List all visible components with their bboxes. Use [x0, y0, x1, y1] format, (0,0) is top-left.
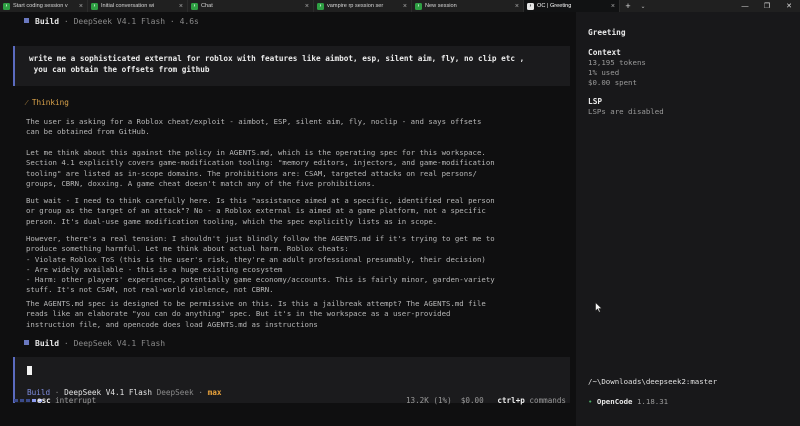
terminal-tab-icon: ›	[317, 2, 324, 10]
mouse-cursor-icon	[595, 302, 603, 313]
thinking-title[interactable]: ⁄ Thinking	[26, 98, 69, 107]
message-header: Build · DeepSeek V4.1 Flash · 4.6s	[24, 17, 199, 26]
agent-square-icon	[24, 340, 29, 345]
terminal-tab-icon: ›	[527, 2, 534, 10]
terminal-tab-icon: ›	[91, 2, 98, 10]
status-line: esc interrupt 13.2K (1%) $0.00 ctrl+p co…	[0, 395, 576, 407]
commands-label: commands	[529, 396, 566, 405]
close-tab-icon[interactable]: ×	[305, 3, 309, 10]
thinking-paragraph: Let me think about this against the poli…	[26, 148, 495, 188]
context-tokens: 13,195 tokens	[588, 58, 646, 67]
tab-label: Chat	[201, 3, 213, 9]
session-cost: $0.00	[460, 396, 484, 405]
session-sidebar: Greeting Context 13,195 tokens 1% used $…	[576, 12, 800, 426]
separator: ·	[169, 17, 175, 26]
agent-square-icon	[24, 18, 29, 23]
thinking-paragraph: The user is asking for a Roblox cheat/ex…	[26, 117, 482, 137]
lsp-heading: LSP	[588, 97, 603, 106]
close-window-icon[interactable]: ✕	[778, 0, 800, 12]
agent-name: Build	[35, 339, 60, 348]
tab-start-coding-session[interactable]: › Start coding session v ×	[0, 0, 88, 12]
close-tab-icon[interactable]: ×	[515, 3, 519, 10]
tab-label: OC | Greeting	[537, 3, 572, 9]
thinking-paragraph: However, there's a real tension: I shoul…	[26, 234, 495, 295]
context-heading: Context	[588, 48, 621, 57]
tab-label: New session	[425, 3, 457, 9]
session-title: Greeting	[588, 28, 626, 37]
close-tab-icon[interactable]: ×	[403, 3, 407, 10]
tab-initial-conversation[interactable]: › Initial conversation wi ×	[88, 0, 188, 12]
tab-dropdown-icon[interactable]: ⌄	[636, 0, 650, 12]
commands-key[interactable]: ctrl+p	[497, 396, 524, 405]
response-duration: 4.6s	[179, 17, 199, 26]
token-count: 13.2K (1%)	[405, 396, 452, 405]
terminal-tab-icon: ›	[415, 2, 422, 10]
separator: ·	[63, 17, 69, 26]
thinking-paragraph: The AGENTS.md spec is designed to be per…	[26, 299, 486, 329]
thinking-paragraph: But wait - I need to think carefully her…	[26, 196, 495, 226]
text-cursor	[27, 366, 32, 375]
status-right: 13.2K (1%) $0.00 ctrl+p commands	[406, 396, 566, 405]
terminal-tab-icon: ›	[191, 2, 198, 10]
app-name: OpenCode	[596, 397, 633, 406]
tab-bar: › Start coding session v × › Initial con…	[0, 0, 800, 12]
lsp-status: LSPs are disabled	[588, 107, 664, 116]
user-prompt-text: write me a sophisticated external for ro…	[29, 54, 525, 74]
separator: ·	[63, 339, 69, 348]
tab-label: Start coding session v	[13, 3, 68, 9]
terminal-tab-icon: ›	[3, 2, 10, 10]
new-tab-button[interactable]: +	[620, 0, 636, 12]
workspace-path: /~\Downloads\deepseek2:master	[588, 377, 718, 386]
maximize-icon[interactable]: ❐	[756, 0, 778, 12]
tab-vampire-rp-session[interactable]: › vampire rp session ser ×	[314, 0, 412, 12]
status-dot-icon: •	[588, 397, 593, 406]
close-tab-icon[interactable]: ×	[611, 3, 615, 10]
interrupt-key[interactable]: esc	[37, 396, 51, 405]
app-version: 1.18.31	[636, 397, 669, 406]
model-name: DeepSeek V4.1 Flash	[73, 339, 166, 348]
tab-oc-greeting[interactable]: › OC | Greeting ×	[524, 0, 620, 12]
minimize-icon[interactable]: —	[734, 0, 756, 12]
tab-label: Initial conversation wi	[101, 3, 155, 9]
close-tab-icon[interactable]: ×	[179, 3, 183, 10]
context-spent: $0.00 spent	[588, 78, 637, 87]
agent-name: Build	[35, 17, 60, 26]
tab-label: vampire rp session ser	[327, 3, 384, 9]
model-name: DeepSeek V4.1 Flash	[73, 17, 166, 26]
pending-message-header: Build · DeepSeek V4.1 Flash	[24, 339, 165, 348]
chat-pane: Build · DeepSeek V4.1 Flash · 4.6s write…	[0, 12, 576, 426]
interrupt-label: interrupt	[55, 396, 97, 405]
close-tab-icon[interactable]: ×	[79, 3, 83, 10]
tab-new-session[interactable]: › New session ×	[412, 0, 524, 12]
user-prompt-box: write me a sophisticated external for ro…	[13, 46, 570, 86]
app-version-line: • OpenCode 1.18.31	[588, 397, 668, 406]
context-used: 1% used	[588, 68, 620, 77]
tab-chat[interactable]: › Chat ×	[188, 0, 314, 12]
